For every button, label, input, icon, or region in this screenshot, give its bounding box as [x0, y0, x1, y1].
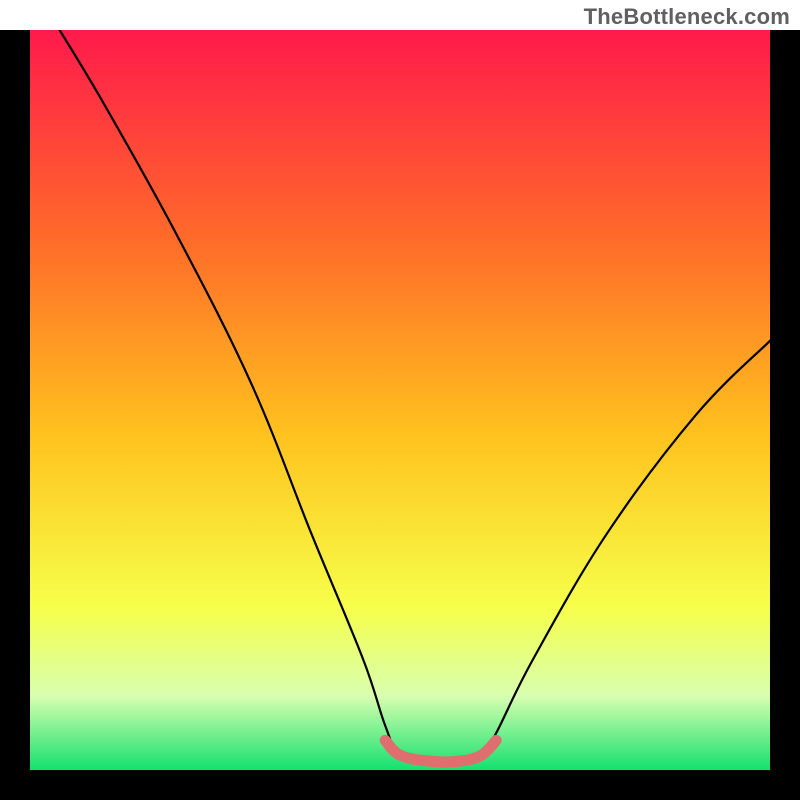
axis-right	[770, 30, 800, 800]
axis-left	[0, 30, 30, 800]
bottleneck-chart	[0, 30, 800, 800]
watermark-label: TheBottleneck.com	[584, 4, 790, 30]
axis-bottom	[0, 770, 800, 800]
plot-gradient-area	[30, 30, 770, 770]
